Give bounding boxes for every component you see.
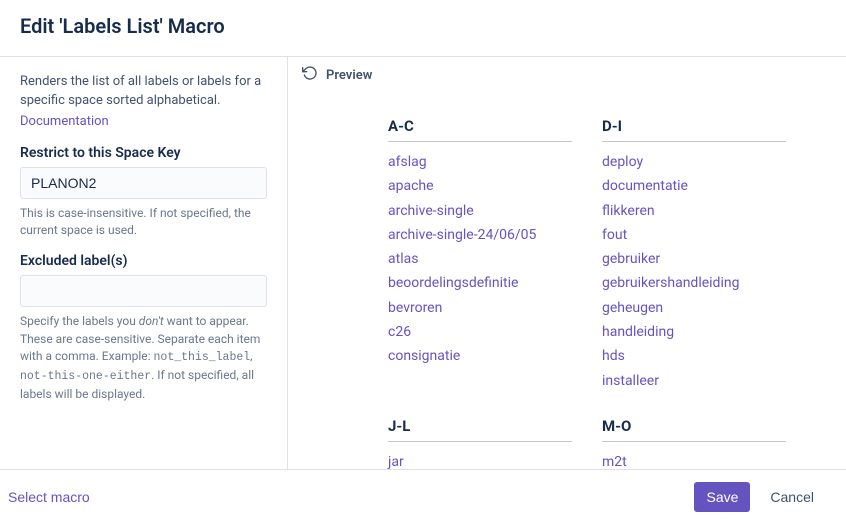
label-link[interactable]: gebruiker <box>602 249 786 269</box>
space-key-input[interactable] <box>20 167 267 199</box>
documentation-link[interactable]: Documentation <box>20 114 109 129</box>
label-link[interactable]: deploy <box>602 152 786 172</box>
label-link[interactable]: m2t <box>602 452 786 469</box>
excluded-labels-input[interactable] <box>20 275 267 307</box>
label-link[interactable]: beoordelingsdefinitie <box>388 273 572 293</box>
cancel-button[interactable]: Cancel <box>758 482 826 512</box>
refresh-icon[interactable] <box>302 65 318 85</box>
label-group-items: m2tmaatwerkmdt_hds <box>602 452 786 469</box>
label-link[interactable]: installeer <box>602 371 786 391</box>
space-key-label: Restrict to this Space Key <box>20 145 267 161</box>
label-link[interactable]: geheugen <box>602 298 786 318</box>
label-link[interactable]: jar <box>388 452 572 469</box>
label-group-items: jarjavajboss <box>388 452 572 469</box>
label-link[interactable]: afslag <box>388 152 572 172</box>
space-key-help: This is case-insensitive. If not specifi… <box>20 205 267 240</box>
dialog-title: Edit 'Labels List' Macro <box>20 14 826 38</box>
save-button[interactable]: Save <box>694 482 750 512</box>
label-link[interactable]: c26 <box>388 322 572 342</box>
preview-content: A-C afslag apache archive-single archive-sin… <box>288 93 846 469</box>
label-link[interactable]: apache <box>388 176 572 196</box>
label-link[interactable]: consignatie <box>388 346 572 366</box>
preview-header: Preview <box>288 57 846 93</box>
dialog-footer: Select macro Save Cancel <box>0 470 846 522</box>
dialog-body: Renders the list of all labels or labels… <box>0 56 846 470</box>
label-link[interactable]: hds <box>602 346 786 366</box>
label-link[interactable]: fout <box>602 225 786 245</box>
excluded-labels-label: Excluded label(s) <box>20 253 267 269</box>
label-link[interactable]: documentatie <box>602 176 786 196</box>
label-group: M-O m2tmaatwerkmdt_hds <box>602 417 786 469</box>
label-group-items: afslag apache archive-single archive-single… <box>388 152 572 367</box>
preview-pane: Preview A-C afslag apache archive-single arc… <box>288 57 846 469</box>
label-link[interactable]: handleiding <box>602 322 786 342</box>
dialog-header: Edit 'Labels List' Macro <box>0 0 846 56</box>
label-group-title: J-L <box>388 417 572 442</box>
select-macro-link[interactable]: Select macro <box>8 485 90 509</box>
label-group-title: A-C <box>388 117 572 142</box>
label-link[interactable]: gebruikershandleiding <box>602 273 786 293</box>
excluded-labels-field: Excluded label(s) Specify the labels you… <box>20 253 267 403</box>
preview-title: Preview <box>326 68 372 83</box>
macro-description: Renders the list of all labels or labels… <box>20 73 267 111</box>
excluded-labels-help: Specify the labels you don't want to app… <box>20 313 267 403</box>
label-group: J-L jarjavajboss <box>388 417 572 469</box>
label-link[interactable]: bevroren <box>388 298 572 318</box>
space-key-field: Restrict to this Space Key This is case-… <box>20 145 267 240</box>
label-link[interactable]: atlas <box>388 249 572 269</box>
config-pane: Renders the list of all labels or labels… <box>0 57 288 469</box>
label-group-items: deploy documentatie flikkeren fout gebruiker… <box>602 152 786 391</box>
label-link[interactable]: archive-single <box>388 201 572 221</box>
label-link[interactable]: archive-single-24/06/05 <box>388 225 572 245</box>
label-link[interactable]: flikkeren <box>602 201 786 221</box>
label-group-title: D-I <box>602 117 786 142</box>
label-group: D-I deploy documentatie flikkeren fout gebrui… <box>602 117 786 391</box>
label-group-title: M-O <box>602 417 786 442</box>
label-group: A-C afslag apache archive-single archive-sin… <box>388 117 572 391</box>
